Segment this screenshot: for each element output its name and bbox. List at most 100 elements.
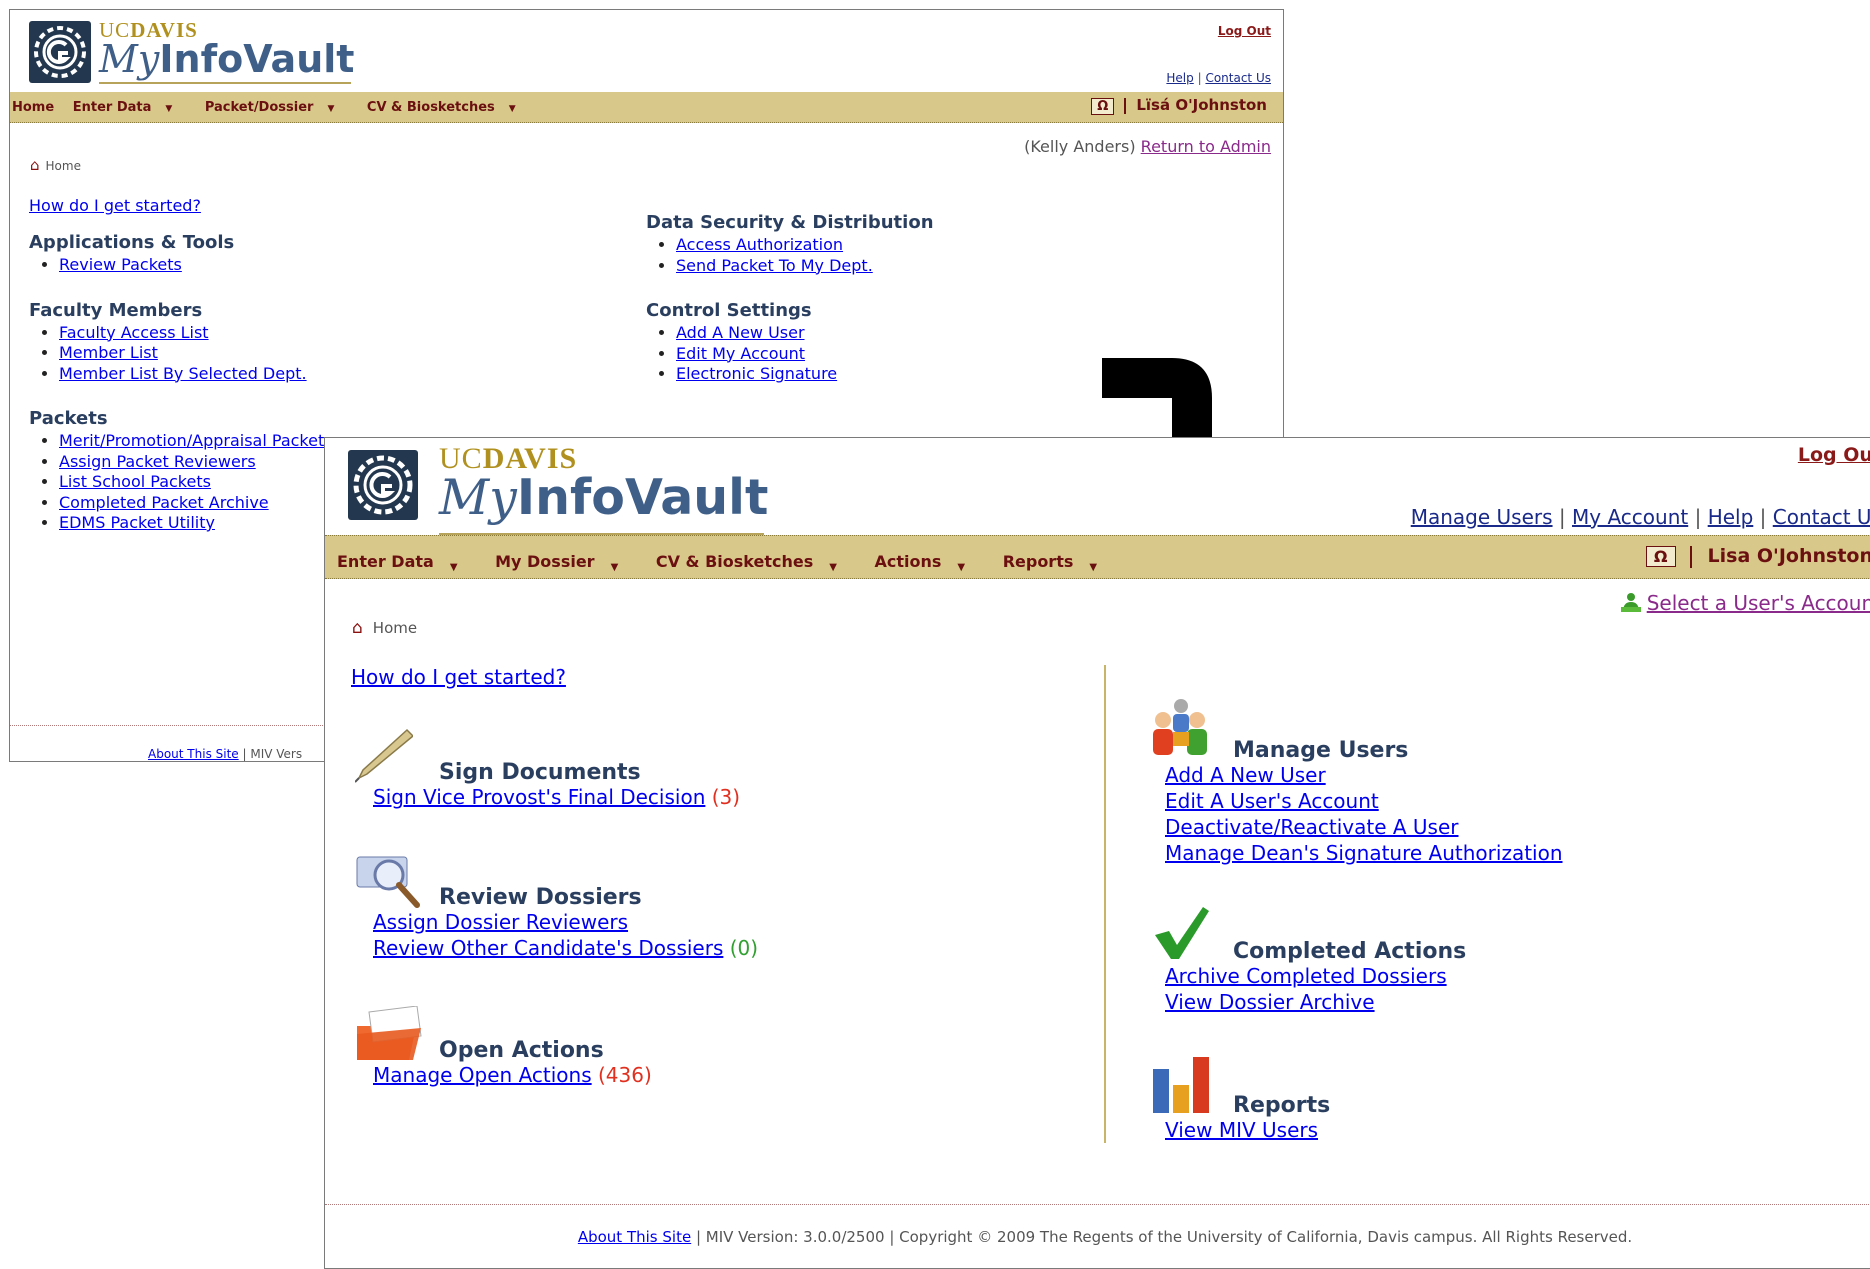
special-characters-button[interactable]: Ω bbox=[1091, 98, 1115, 115]
deactivate-reactivate-user-link[interactable]: Deactivate/Reactivate A User bbox=[1165, 815, 1459, 839]
nav-cv-biosketches[interactable]: CV & Biosketches ▼ bbox=[367, 100, 530, 115]
member-list-link[interactable]: Member List bbox=[59, 343, 158, 362]
add-new-user-link[interactable]: Add A New User bbox=[676, 323, 805, 342]
contact-link[interactable]: Contact Us bbox=[1773, 505, 1870, 529]
nav-enter-data[interactable]: Enter Data ▼ bbox=[337, 552, 474, 573]
magnifier-icon bbox=[356, 856, 420, 908]
dropdown-arrow-icon: ▼ bbox=[829, 562, 837, 573]
nav-cv-biosketches[interactable]: CV & Biosketches ▼ bbox=[656, 552, 853, 573]
section-title: Review Dossiers bbox=[439, 885, 642, 910]
nav-packet-dossier[interactable]: Packet/Dossier ▼ bbox=[205, 100, 349, 115]
main-navbar: Enter Data ▼ My Dossier ▼ CV & Biosketches… bbox=[325, 535, 1870, 579]
dropdown-arrow-icon: ▼ bbox=[165, 104, 173, 114]
logout-link[interactable]: Log Out bbox=[1798, 444, 1870, 466]
about-site-link[interactable]: About This Site bbox=[148, 747, 239, 761]
divider bbox=[1124, 97, 1127, 114]
nav-actions[interactable]: Actions ▼ bbox=[875, 552, 982, 573]
electronic-signature-link[interactable]: Electronic Signature bbox=[676, 364, 837, 383]
special-characters-button[interactable]: Ω bbox=[1645, 546, 1676, 567]
sign-final-decision-link[interactable]: Sign Vice Provost's Final Decision bbox=[373, 785, 705, 809]
about-site-link[interactable]: About This Site bbox=[578, 1228, 691, 1246]
help-link[interactable]: Help bbox=[1708, 505, 1754, 529]
manage-users-link[interactable]: Manage Users bbox=[1411, 505, 1553, 529]
section-title: Packets bbox=[29, 408, 108, 429]
section-title: Applications & Tools bbox=[29, 232, 235, 253]
right-menu-column: Data Security & Distribution Access Auth… bbox=[646, 212, 934, 409]
footer-divider bbox=[325, 1204, 1870, 1205]
proxy-user-name: (Kelly Anders) bbox=[1024, 137, 1136, 156]
folder-icon bbox=[357, 1006, 422, 1060]
section-links: View MIV Users bbox=[1165, 1117, 1318, 1143]
column-divider bbox=[1104, 665, 1106, 1143]
merit-packets-link[interactable]: Merit/Promotion/Appraisal Packets bbox=[59, 431, 333, 450]
review-other-dossiers-link[interactable]: Review Other Candidate's Dossiers bbox=[373, 936, 723, 960]
send-packet-link[interactable]: Send Packet To My Dept. bbox=[676, 256, 873, 275]
assign-packet-reviewers-link[interactable]: Assign Packet Reviewers bbox=[59, 452, 256, 471]
list-school-packets-link[interactable]: List School Packets bbox=[59, 472, 211, 491]
view-dossier-archive-link[interactable]: View Dossier Archive bbox=[1165, 990, 1375, 1014]
view-miv-users-link[interactable]: View MIV Users bbox=[1165, 1118, 1318, 1142]
dropdown-arrow-icon: ▼ bbox=[327, 104, 335, 114]
select-users-account-link[interactable]: Select a User's Account bbox=[1647, 591, 1870, 615]
dropdown-arrow-icon: ▼ bbox=[449, 562, 458, 573]
member-list-by-dept-link[interactable]: Member List By Selected Dept. bbox=[59, 364, 307, 383]
nav-label: My Dossier bbox=[495, 552, 595, 571]
section-title: Sign Documents bbox=[439, 760, 641, 785]
top-links: Manage Users | My Account | Help | Conta… bbox=[1411, 505, 1870, 529]
manage-dean-signature-link[interactable]: Manage Dean's Signature Authorization bbox=[1165, 841, 1563, 865]
edit-my-account-link[interactable]: Edit My Account bbox=[676, 344, 805, 363]
return-to-admin-link[interactable]: Return to Admin bbox=[1141, 137, 1271, 156]
my-account-link[interactable]: My Account bbox=[1572, 505, 1688, 529]
nav-label: Enter Data bbox=[72, 100, 152, 115]
logout-link[interactable]: Log Out bbox=[1218, 24, 1271, 38]
section-title: Control Settings bbox=[646, 300, 812, 321]
link-separator: | bbox=[1694, 505, 1702, 529]
section-links: Archive Completed Dossiers View Dossier … bbox=[1165, 963, 1447, 1015]
myinfovault-wordmark[interactable]: MyInfoVault bbox=[439, 473, 768, 522]
completed-packet-archive-link[interactable]: Completed Packet Archive bbox=[59, 493, 269, 512]
archive-completed-dossiers-link[interactable]: Archive Completed Dossiers bbox=[1165, 964, 1447, 988]
pending-count: (3) bbox=[711, 785, 741, 809]
nav-home[interactable]: Home bbox=[12, 100, 54, 115]
user-area: Ω Lïsá O'Johnston bbox=[1091, 96, 1267, 115]
help-link[interactable]: Help bbox=[1166, 71, 1193, 85]
list-item: Add A New User bbox=[676, 323, 934, 344]
breadcrumb-label: Home bbox=[45, 159, 81, 173]
list-item: EDMS Packet Utility bbox=[59, 513, 333, 534]
person-icon bbox=[1620, 593, 1641, 612]
list-item: Review Packets bbox=[59, 255, 333, 276]
how-get-started-link[interactable]: How do I get started? bbox=[29, 196, 201, 215]
nav-enter-data[interactable]: Enter Data ▼ bbox=[73, 100, 187, 115]
list-item: Edit My Account bbox=[676, 344, 934, 365]
list-item: Completed Packet Archive bbox=[59, 493, 333, 514]
manage-open-actions-link[interactable]: Manage Open Actions bbox=[373, 1063, 592, 1087]
assign-dossier-reviewers-link[interactable]: Assign Dossier Reviewers bbox=[373, 910, 628, 934]
list-item: Electronic Signature bbox=[676, 364, 934, 385]
user-name: Lïsá O'Johnston bbox=[1136, 96, 1267, 114]
section-title: Reports bbox=[1233, 1093, 1331, 1118]
nav-reports[interactable]: Reports ▼ bbox=[1003, 552, 1113, 573]
nav-my-dossier[interactable]: My Dossier ▼ bbox=[495, 552, 634, 573]
dropdown-arrow-icon: ▼ bbox=[1089, 562, 1098, 573]
home-icon[interactable]: ⌂ bbox=[352, 618, 363, 638]
gear-logo-icon bbox=[348, 450, 418, 520]
dropdown-arrow-icon: ▼ bbox=[610, 562, 619, 573]
edit-user-account-link[interactable]: Edit A User's Account bbox=[1165, 789, 1379, 813]
select-account: Select a User's Account bbox=[1620, 591, 1870, 615]
section-links: Manage Open Actions (436) bbox=[373, 1062, 652, 1088]
link-separator: | bbox=[1759, 505, 1767, 529]
myinfovault-wordmark[interactable]: MyInfoVault bbox=[99, 40, 354, 78]
section-title: Data Security & Distribution bbox=[646, 212, 934, 233]
faculty-access-list-link[interactable]: Faculty Access List bbox=[59, 323, 209, 342]
how-get-started-link[interactable]: How do I get started? bbox=[351, 665, 566, 689]
access-authorization-link[interactable]: Access Authorization bbox=[676, 235, 843, 254]
add-new-user-link[interactable]: Add A New User bbox=[1165, 763, 1326, 787]
breadcrumb: ⌂ Home bbox=[352, 618, 417, 638]
applications-list: Review Packets bbox=[29, 255, 333, 276]
review-packets-link[interactable]: Review Packets bbox=[59, 255, 182, 274]
home-icon[interactable]: ⌂ bbox=[30, 156, 40, 174]
contact-link[interactable]: Contact Us bbox=[1205, 71, 1271, 85]
section-title: Open Actions bbox=[439, 1038, 604, 1063]
logo-underline bbox=[99, 82, 351, 84]
edms-packet-utility-link[interactable]: EDMS Packet Utility bbox=[59, 513, 215, 532]
